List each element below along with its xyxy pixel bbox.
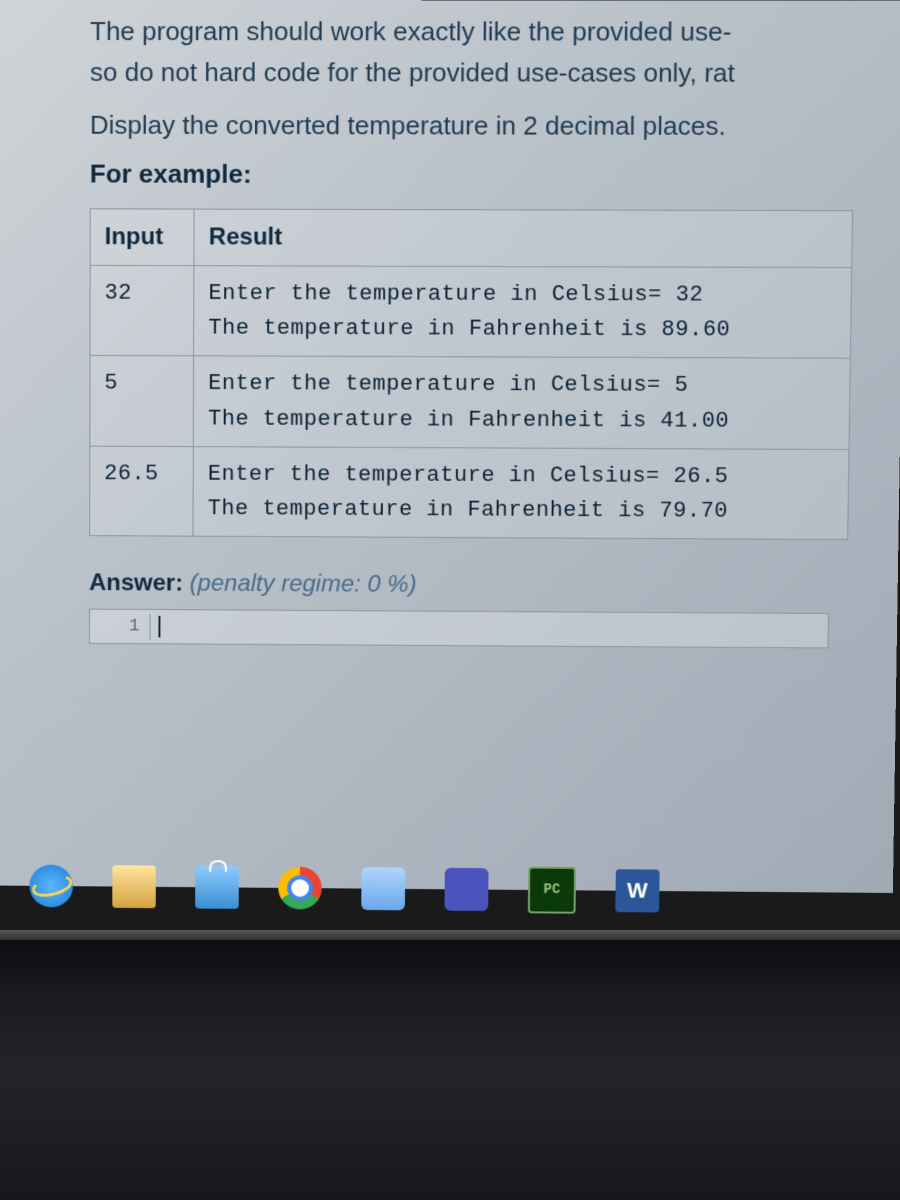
line-number: 1 — [90, 613, 151, 640]
instruction-line-3: Display the converted temperature in 2 d… — [90, 106, 900, 146]
laptop-base — [0, 940, 900, 1200]
word-icon[interactable]: W — [615, 869, 659, 912]
table-row: 26.5 Enter the temperature in Celsius= 2… — [90, 446, 849, 540]
code-editor[interactable]: 1 — [89, 609, 829, 649]
app-icon[interactable] — [361, 867, 405, 910]
table-header-result: Result — [194, 209, 852, 268]
answer-label: Answer: — [89, 570, 183, 597]
example-heading: For example: — [90, 155, 900, 196]
result-cell: Enter the temperature in Celsius= 32 The… — [194, 266, 852, 359]
text-cursor — [158, 616, 160, 638]
table-header-input: Input — [90, 209, 194, 266]
input-cell: 26.5 — [90, 446, 194, 536]
penalty-text: (penalty regime: 0 %) — [190, 570, 417, 598]
result-cell: Enter the temperature in Celsius= 26.5 T… — [193, 446, 849, 539]
input-cell: 32 — [90, 265, 194, 356]
pc-icon[interactable]: PC — [528, 867, 576, 914]
answer-line: Answer: (penalty regime: 0 %) — [89, 566, 898, 606]
screen-content: The program should work exactly like the… — [0, 0, 900, 893]
file-explorer-icon[interactable] — [112, 865, 156, 908]
store-icon[interactable] — [195, 866, 239, 909]
table-row: 5 Enter the temperature in Celsius= 5 Th… — [90, 356, 851, 450]
app-icon-2[interactable] — [445, 868, 489, 911]
input-cell: 5 — [90, 356, 194, 447]
table-row: 32 Enter the temperature in Celsius= 32 … — [90, 265, 852, 358]
instruction-line-1: The program should work exactly like the… — [90, 12, 900, 52]
taskbar: PC W — [20, 857, 670, 921]
instruction-line-2: so do not hard code for the provided use… — [90, 53, 900, 93]
internet-explorer-icon[interactable] — [30, 864, 73, 907]
example-table: Input Result 32 Enter the temperature in… — [89, 208, 853, 540]
result-cell: Enter the temperature in Celsius= 5 The … — [194, 356, 851, 449]
chrome-icon[interactable] — [278, 866, 322, 909]
